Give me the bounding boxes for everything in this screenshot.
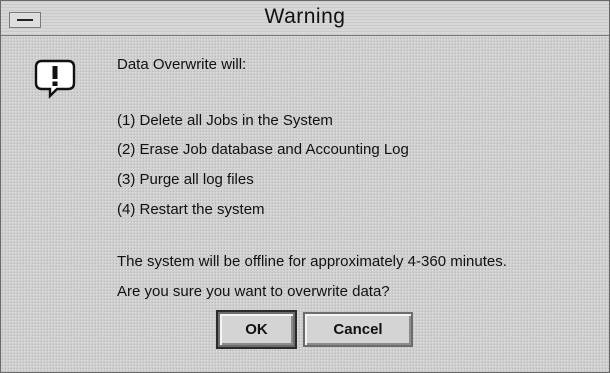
message-intro: Data Overwrite will: (117, 56, 247, 73)
message-item-3: (3) Purge all log files (117, 171, 254, 188)
ok-button[interactable]: OK (216, 310, 297, 349)
message-item-1: (1) Delete all Jobs in the System (117, 112, 333, 129)
warning-exclamation-icon (34, 59, 76, 99)
offline-note: The system will be offline for approxima… (117, 253, 507, 270)
window-title: Warning (264, 5, 346, 28)
message-item-4: (4) Restart the system (117, 201, 265, 218)
title-bar: Warning (1, 1, 609, 36)
message-item-2: (2) Erase Job database and Accounting Lo… (117, 141, 409, 158)
confirm-question: Are you sure you want to overwrite data? (117, 283, 390, 300)
warning-dialog: Warning Data Overwrite will: (1) Delete … (0, 0, 610, 373)
cancel-button[interactable]: Cancel (303, 312, 413, 347)
